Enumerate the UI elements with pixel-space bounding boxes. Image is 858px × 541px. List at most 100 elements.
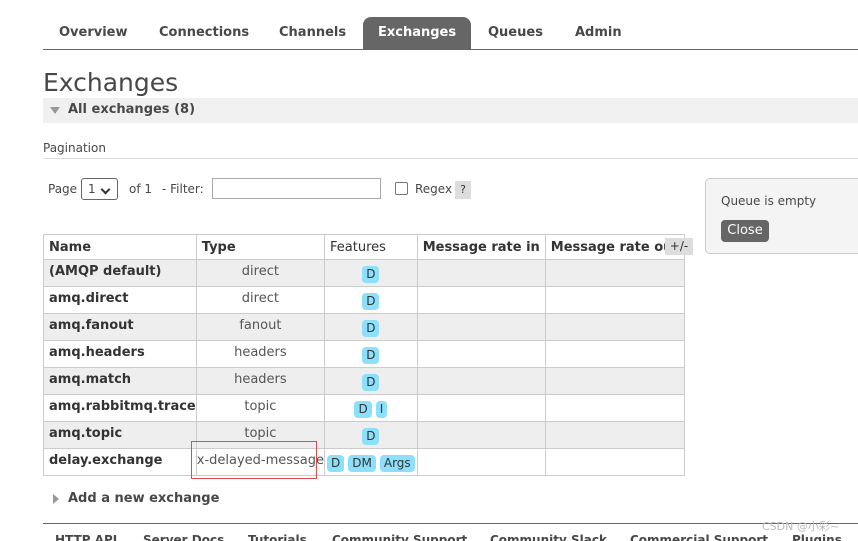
tab-exchanges[interactable]: Exchanges xyxy=(363,17,472,49)
exchange-name-link[interactable]: amq.direct xyxy=(43,286,197,314)
col-header-rate-in[interactable]: Message rate in xyxy=(416,234,546,260)
page-title: Exchanges xyxy=(43,68,179,97)
feature-badge[interactable]: D xyxy=(362,428,380,445)
message-rate-out xyxy=(544,286,685,314)
chevron-down-icon xyxy=(100,184,111,195)
exchange-features: D xyxy=(324,286,418,314)
exchange-features: D xyxy=(324,259,418,287)
exchange-type: direct xyxy=(195,259,326,287)
tab-bar: Overview Connections Channels Exchanges … xyxy=(43,17,858,50)
message-rate-in xyxy=(416,259,546,287)
exchanges-table: Name Type Features Message rate in Messa… xyxy=(43,234,685,476)
page-select[interactable]: 1 xyxy=(81,178,118,200)
message-rate-in xyxy=(416,367,546,395)
regex-checkbox[interactable] xyxy=(395,182,408,195)
message-rate-in xyxy=(416,394,546,422)
exchange-name-link[interactable]: amq.rabbitmq.trace xyxy=(43,394,197,422)
table-row: delay.exchange x-delayed-message D DM Args xyxy=(43,448,685,476)
tab-connections[interactable]: Connections xyxy=(144,17,264,49)
message-rate-in xyxy=(416,340,546,368)
col-header-name[interactable]: Name xyxy=(43,234,197,260)
footer-link-http-api[interactable]: HTTP API xyxy=(55,533,117,541)
message-rate-out xyxy=(544,448,685,476)
page-of-text: of 1 xyxy=(129,182,153,196)
feature-badge[interactable]: D xyxy=(362,320,380,337)
exchange-name-link[interactable]: amq.fanout xyxy=(43,313,197,341)
exchange-type: topic xyxy=(195,394,326,422)
exchange-name-link[interactable]: amq.topic xyxy=(43,421,197,449)
exchange-features: DI xyxy=(324,394,418,422)
table-row: amq.direct direct D xyxy=(43,286,685,314)
footer-link-community-slack[interactable]: Community Slack xyxy=(490,533,607,541)
page-label: Page xyxy=(48,182,78,196)
all-exchanges-toggle[interactable]: All exchanges (8) xyxy=(43,98,858,123)
feature-badge[interactable]: D xyxy=(362,374,380,391)
message-rate-out xyxy=(544,421,685,449)
queue-status-panel: Queue is empty Close xyxy=(705,178,858,254)
page-select-value: 1 xyxy=(88,182,96,196)
footer-link-community-support[interactable]: Community Support xyxy=(332,533,467,541)
exchange-features: D xyxy=(324,367,418,395)
tab-overview[interactable]: Overview xyxy=(44,17,143,49)
feature-badge[interactable]: D xyxy=(362,347,380,364)
feature-badge[interactable]: DM xyxy=(348,455,376,472)
feature-badge[interactable]: D xyxy=(327,455,345,472)
filter-label: - Filter: xyxy=(162,182,204,196)
tab-channels[interactable]: Channels xyxy=(264,17,361,49)
exchange-type: headers xyxy=(195,340,326,368)
col-header-features: Features xyxy=(324,234,418,260)
message-rate-out xyxy=(544,340,685,368)
watermark: CSDN @小彩~ xyxy=(762,520,840,533)
feature-badge[interactable]: D xyxy=(354,401,372,418)
add-exchange-label: Add a new exchange xyxy=(68,491,220,506)
col-header-type[interactable]: Type xyxy=(195,234,326,260)
exchange-features: D xyxy=(324,421,418,449)
footer-link-tutorials[interactable]: Tutorials xyxy=(248,533,307,541)
pagination-label: Pagination xyxy=(43,141,106,155)
message-rate-out xyxy=(544,394,685,422)
exchange-type: headers xyxy=(195,367,326,395)
columns-toggle-button[interactable]: +/- xyxy=(665,238,693,255)
feature-badge[interactable]: Args xyxy=(379,455,415,472)
close-button[interactable]: Close xyxy=(721,220,769,242)
footer-link-plugins[interactable]: Plugins xyxy=(792,533,842,541)
highlight-box xyxy=(191,441,317,479)
table-row: amq.topic topic D xyxy=(43,421,685,449)
message-rate-in xyxy=(416,286,546,314)
exchange-type: direct xyxy=(195,286,326,314)
table-row: amq.rabbitmq.trace topic D I xyxy=(43,394,685,422)
exchange-name-link[interactable]: delay.exchange xyxy=(43,448,197,476)
col-header-rate-out[interactable]: Message rate out xyxy=(544,234,685,260)
table-header-row: Name Type Features Message rate in Messa… xyxy=(43,234,685,260)
exchange-features: D xyxy=(324,313,418,341)
message-rate-out xyxy=(544,259,685,287)
footer-link-server-docs[interactable]: Server Docs xyxy=(143,533,224,541)
tab-admin[interactable]: Admin xyxy=(560,17,637,49)
table-row: amq.headers headers D xyxy=(43,340,685,368)
divider xyxy=(43,158,858,159)
message-rate-in xyxy=(416,421,546,449)
exchange-name-link[interactable]: amq.match xyxy=(43,367,197,395)
filter-input[interactable] xyxy=(212,178,381,199)
message-rate-in xyxy=(416,448,546,476)
exchange-name-link[interactable]: (AMQP default) xyxy=(43,259,197,287)
feature-badge[interactable]: D xyxy=(362,293,380,310)
queue-empty-message: Queue is empty xyxy=(721,194,817,208)
exchange-name-link[interactable]: amq.headers xyxy=(43,340,197,368)
message-rate-out xyxy=(544,367,685,395)
feature-badge[interactable]: I xyxy=(375,401,388,418)
table-row: amq.match headers D xyxy=(43,367,685,395)
section-label: All exchanges (8) xyxy=(68,102,196,117)
help-button[interactable]: ? xyxy=(455,181,471,199)
exchange-type: fanout xyxy=(195,313,326,341)
message-rate-in xyxy=(416,313,546,341)
footer-divider xyxy=(43,523,858,524)
feature-badge[interactable]: D xyxy=(362,266,380,283)
footer-link-commercial-support[interactable]: Commercial Support xyxy=(630,533,768,541)
table-row: amq.fanout fanout D xyxy=(43,313,685,341)
triangle-right-icon xyxy=(53,494,59,504)
table-row: (AMQP default) direct D xyxy=(43,259,685,287)
triangle-down-icon xyxy=(50,107,60,114)
tab-queues[interactable]: Queues xyxy=(473,17,558,49)
exchange-features: D xyxy=(324,340,418,368)
